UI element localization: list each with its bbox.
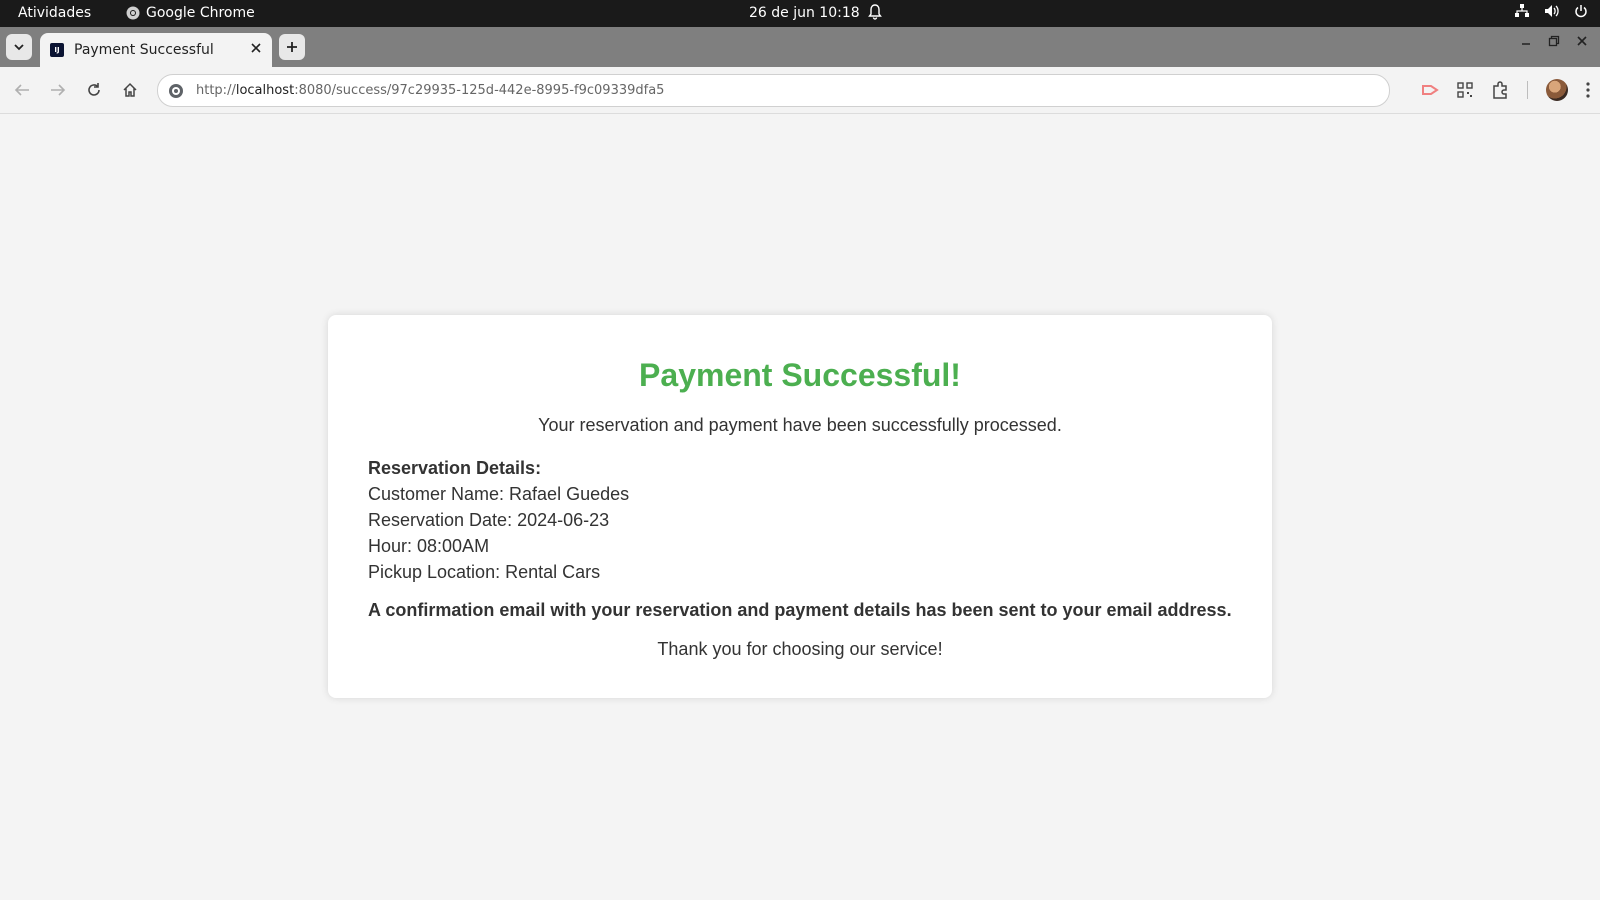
home-button[interactable]	[120, 80, 140, 100]
close-tab-icon[interactable]	[250, 42, 262, 58]
volume-icon	[1545, 5, 1559, 17]
toolbar-separator	[1527, 81, 1528, 99]
plus-icon	[287, 42, 297, 52]
chevron-down-icon	[14, 44, 24, 51]
new-tab-button[interactable]	[279, 34, 305, 60]
page-viewport: Payment Successful! Your reservation and…	[0, 114, 1600, 900]
activities-button[interactable]: Atividades	[18, 5, 91, 21]
minimize-icon[interactable]	[1520, 35, 1532, 47]
cast-recorder-icon[interactable]	[1421, 83, 1439, 97]
network-icon	[1515, 4, 1529, 17]
confirmation-notice: A confirmation email with your reservati…	[368, 600, 1232, 620]
reservation-details: Reservation Details: Customer Name: Rafa…	[368, 455, 629, 585]
forward-button[interactable]	[48, 80, 68, 100]
notification-bell-icon[interactable]	[868, 4, 882, 24]
success-message: Your reservation and payment have been s…	[538, 415, 1062, 435]
home-icon	[123, 82, 137, 97]
site-favicon-icon: IJ	[50, 43, 64, 57]
extensions-icon[interactable]	[1491, 81, 1509, 99]
chrome-icon	[126, 6, 140, 20]
reservation-hour: Hour: 08:00AM	[368, 536, 490, 556]
url-text: http://localhost:8080/success/97c29935-1…	[196, 83, 665, 98]
page-title: Payment Successful!	[639, 357, 961, 393]
profile-avatar[interactable]	[1546, 79, 1568, 101]
tab-payment-successful[interactable]: IJ Payment Successful	[40, 33, 272, 67]
close-window-icon[interactable]	[1576, 35, 1588, 47]
tab-search-button[interactable]	[6, 34, 32, 60]
system-tray[interactable]	[1514, 4, 1588, 18]
details-heading: Reservation Details:	[368, 458, 542, 478]
power-icon	[1575, 5, 1587, 18]
address-bar[interactable]: http://localhost:8080/success/97c29935-1…	[157, 74, 1390, 107]
window-controls	[1520, 35, 1588, 47]
tab-title: Payment Successful	[74, 42, 214, 58]
app-name-label: Google Chrome	[146, 5, 255, 21]
app-menu[interactable]: Google Chrome	[126, 5, 255, 21]
success-card: Payment Successful! Your reservation and…	[328, 315, 1272, 698]
system-top-bar: Atividades Google Chrome 26 de jun 10:18	[0, 0, 1600, 27]
back-button[interactable]	[12, 80, 32, 100]
site-info-icon[interactable]	[166, 81, 186, 101]
reload-icon	[88, 83, 100, 96]
customer-name: Customer Name: Rafael Guedes	[368, 484, 630, 504]
reservation-date: Reservation Date: 2024-06-23	[368, 510, 610, 530]
browser-toolbar: http://localhost:8080/success/97c29935-1…	[0, 67, 1600, 114]
thank-you-message: Thank you for choosing our service!	[657, 639, 943, 659]
tab-strip: IJ Payment Successful	[0, 27, 1600, 67]
arrow-left-icon	[14, 84, 29, 96]
pickup-location: Pickup Location: Rental Cars	[368, 562, 601, 582]
more-menu-icon[interactable]	[1586, 82, 1590, 98]
toolbar-actions	[1421, 79, 1590, 101]
clock[interactable]: 26 de jun 10:18	[749, 5, 860, 21]
restore-icon[interactable]	[1548, 35, 1560, 47]
qr-code-icon[interactable]	[1457, 82, 1473, 98]
arrow-right-icon	[51, 84, 66, 96]
reload-button[interactable]	[84, 80, 104, 100]
